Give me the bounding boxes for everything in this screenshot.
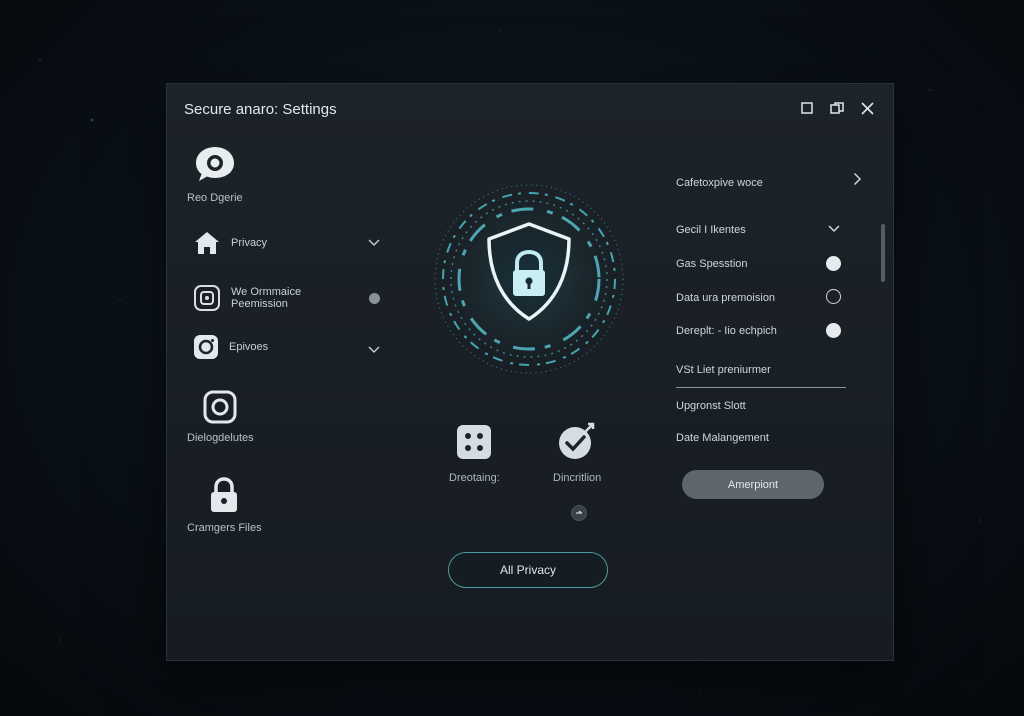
check-badge-icon bbox=[559, 422, 595, 459]
tile-dreotaing[interactable]: Dreotaing: bbox=[449, 424, 500, 484]
sidebar-item-label-line1: We Ormmaice bbox=[231, 286, 302, 298]
sidebar-item-privacy[interactable]: Privacy bbox=[193, 230, 267, 256]
data-premoision-toggle[interactable] bbox=[826, 289, 841, 304]
permission-status-dot[interactable] bbox=[369, 293, 380, 304]
sidebar-item-label-line2: Peemission bbox=[231, 298, 288, 310]
security-shield-graphic bbox=[429, 179, 629, 379]
sidebar-item-label: Privacy bbox=[231, 237, 268, 249]
window-controls bbox=[799, 100, 875, 116]
settings-window: Secure anaro: Settings Reo Dgerie Privac… bbox=[166, 83, 894, 661]
chat-bubble-icon bbox=[195, 147, 234, 181]
chevron-down-icon[interactable] bbox=[828, 225, 840, 233]
square-icon bbox=[801, 102, 813, 114]
tile-dincritlion[interactable]: Dincritlion bbox=[553, 422, 601, 484]
camera-square-icon bbox=[203, 390, 237, 424]
toggle-label: Data ura premoision bbox=[676, 292, 776, 304]
toggle-label: Gas Spesstion bbox=[676, 258, 748, 270]
close-button[interactable] bbox=[859, 100, 875, 116]
lock-icon bbox=[211, 477, 238, 512]
dereplt-echpich-toggle[interactable] bbox=[826, 323, 841, 338]
instagram-icon bbox=[194, 335, 218, 359]
arrow-icon bbox=[576, 510, 582, 514]
sidebar-item-label: Reo Dgerie bbox=[187, 192, 243, 204]
chevron-right-icon[interactable] bbox=[853, 172, 862, 186]
sidebar-item-label: Epivoes bbox=[229, 341, 269, 353]
all-privacy-button[interactable]: All Privacy bbox=[448, 552, 608, 588]
sidebar-item-label: Cramgers Files bbox=[187, 522, 262, 534]
sidebar-item-reo-dgerie[interactable]: Reo Dgerie bbox=[187, 144, 243, 204]
maximize-button[interactable] bbox=[799, 100, 815, 116]
right-panel-section-title[interactable]: Gecil I Ikentes bbox=[676, 224, 746, 236]
chevron-down-icon[interactable] bbox=[368, 346, 380, 354]
sidebar-item-label: Dielogdelutes bbox=[187, 432, 254, 444]
dice-icon bbox=[457, 425, 492, 459]
divider bbox=[676, 387, 846, 388]
more-options-button[interactable] bbox=[571, 505, 587, 521]
chevron-down-icon[interactable] bbox=[368, 239, 380, 247]
camera-icon bbox=[194, 285, 220, 311]
gas-spesstion-toggle[interactable] bbox=[826, 256, 841, 271]
restore-icon bbox=[830, 102, 844, 114]
link-upgronst-slott[interactable]: Upgronst Slott bbox=[676, 400, 746, 412]
sidebar-item-cramgers-files[interactable]: Cramgers Files bbox=[187, 476, 262, 534]
toggle-label: Dereplt: - Iio echpich bbox=[676, 325, 777, 337]
link-date-malangement[interactable]: Date Malangement bbox=[676, 432, 769, 444]
link-vst-liet[interactable]: VSt Liet preniurmer bbox=[676, 364, 771, 376]
right-panel-scrollbar[interactable] bbox=[881, 224, 885, 282]
restore-button[interactable] bbox=[829, 100, 845, 116]
shield-lock-icon bbox=[431, 181, 627, 377]
amerpiont-button[interactable]: Amerpiont bbox=[682, 470, 824, 499]
tile-label: Dreotaing: bbox=[449, 472, 500, 484]
right-panel-header[interactable]: Cafetoxpive woce bbox=[676, 177, 763, 189]
close-icon bbox=[860, 101, 874, 115]
sidebar-item-permission[interactable]: We Ormmaice Peemission bbox=[193, 284, 301, 312]
window-title: Secure anaro: Settings bbox=[184, 101, 337, 118]
tile-label: Dincritlion bbox=[553, 472, 602, 484]
sidebar-item-dielogdelutes[interactable]: Dielogdelutes bbox=[187, 390, 254, 444]
sidebar-item-epivoes[interactable]: Epivoes bbox=[193, 334, 268, 360]
home-icon bbox=[195, 232, 219, 254]
